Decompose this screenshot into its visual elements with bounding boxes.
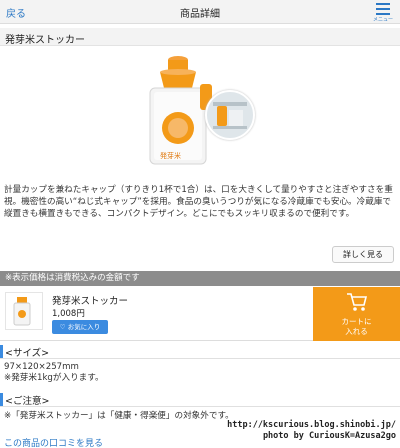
favorite-button[interactable]: ♡ お気に入り [52,320,108,334]
menu-button[interactable]: メニュー [370,1,396,23]
reviews-link[interactable]: この商品の口コミを見る [4,436,103,448]
cart-label: カートに 入れる [341,317,372,336]
notes-text: ※「発芽米ストッカー」は「健康・得楽便」の対象外です。 [4,411,234,421]
purchase-row: 発芽米ストッカー 1,008円 ♡ お気に入り カートに 入れる [0,287,400,341]
heart-icon: ♡ [59,323,66,331]
size-section-heading: <サイズ> [0,344,400,359]
tax-notice: ※表示価格は消費税込みの金額です [0,271,400,286]
package-label: 発芽米 [160,151,181,160]
size-capacity: ※発芽米1kgが入ります。 [4,373,104,383]
favorite-label: お気に入り [67,323,101,331]
more-details-button[interactable]: 詳しく見る [332,246,394,263]
top-header: 戻る 商品詳細 メニュー [0,0,400,24]
product-title: 発芽米ストッカー [5,35,85,46]
cart-icon [347,293,368,311]
product-title-bar: 発芽米ストッカー [0,28,400,46]
item-name: 発芽米ストッカー [52,296,129,307]
page-title: 商品詳細 [180,9,220,20]
item-price: 1,008円 [52,309,85,319]
notes-section-heading: <ご注意> [0,392,400,407]
hamburger-icon [376,3,390,15]
menu-label: メニュー [372,17,393,23]
photo-watermark: http://kscurious.blog.shinobi.jp/ photo … [227,420,396,441]
add-to-cart-button[interactable]: カートに 入れる [313,287,400,341]
size-dimensions: 97×120×257mm [4,362,79,372]
product-description: 計量カップを兼ねたキャップ（すりきり1杯で1合）は、口を大きくして量りやすさと注… [4,185,393,220]
product-thumbnail [5,292,43,330]
usage-inset-image [205,90,255,140]
